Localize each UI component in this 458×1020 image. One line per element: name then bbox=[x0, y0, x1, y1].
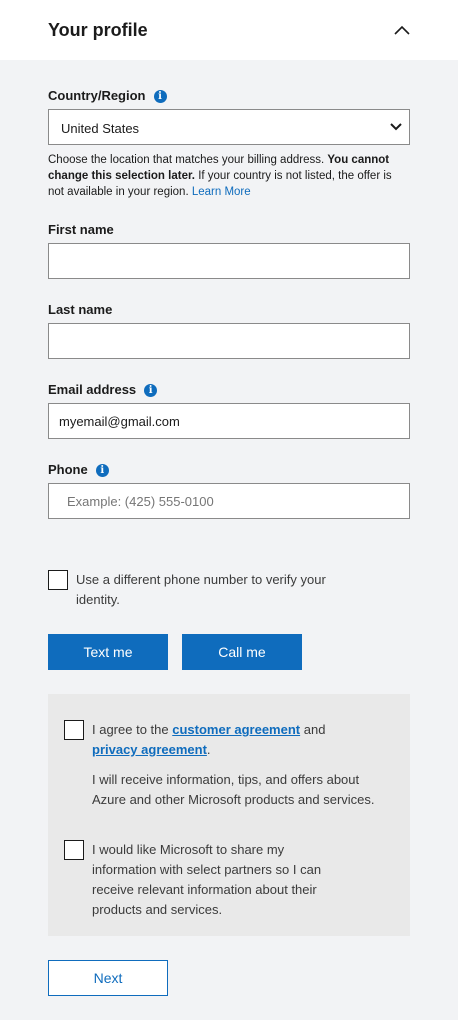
text-me-button[interactable]: Text me bbox=[48, 634, 168, 670]
email-label-row: Email address i bbox=[48, 382, 158, 398]
agreement-label: I agree to the customer agreement and pri… bbox=[92, 720, 392, 760]
profile-header[interactable]: Your profile bbox=[0, 0, 458, 60]
different-phone-line2: identity. bbox=[76, 592, 120, 607]
call-me-button[interactable]: Call me bbox=[182, 634, 302, 670]
section-title: Your profile bbox=[48, 20, 148, 40]
last-name-field[interactable] bbox=[48, 323, 410, 359]
share-info-label: I would like Microsoft to share my infor… bbox=[92, 842, 322, 917]
different-phone-line1: Use a different phone number to verify y… bbox=[76, 572, 326, 587]
info-offers-text: I will receive information, tips, and of… bbox=[92, 772, 375, 807]
country-selected-value: United States bbox=[61, 121, 140, 136]
country-label-row: Country/Region i bbox=[48, 88, 167, 104]
email-field[interactable] bbox=[48, 403, 410, 439]
first-name-field[interactable] bbox=[48, 243, 410, 279]
email-label: Email address bbox=[48, 382, 137, 397]
chevron-up-icon[interactable] bbox=[392, 20, 412, 40]
country-label: Country/Region bbox=[48, 88, 146, 103]
first-name-label: First name bbox=[48, 222, 114, 237]
customer-agreement-link[interactable]: customer agreement bbox=[172, 722, 300, 737]
country-select[interactable]: United States bbox=[48, 109, 410, 145]
info-icon[interactable]: i bbox=[95, 464, 109, 478]
phone-label-row: Phone i bbox=[48, 462, 109, 478]
privacy-agreement-link[interactable]: privacy agreement bbox=[92, 742, 207, 757]
different-phone-checkbox[interactable] bbox=[48, 570, 68, 590]
next-button[interactable]: Next bbox=[48, 960, 168, 996]
agreement-checkbox[interactable] bbox=[64, 720, 84, 740]
info-icon[interactable]: i bbox=[144, 384, 158, 398]
share-info-checkbox[interactable] bbox=[64, 840, 84, 860]
learn-more-link[interactable]: Learn More bbox=[192, 186, 251, 198]
agree-period: . bbox=[206, 742, 211, 757]
info-icon[interactable]: i bbox=[153, 90, 167, 104]
help-prefix: Choose the location that matches your bi… bbox=[48, 154, 328, 166]
country-help-text: Choose the location that matches your bi… bbox=[48, 152, 410, 200]
phone-field[interactable] bbox=[48, 483, 410, 519]
different-phone-label: Use a different phone number to verify y… bbox=[76, 570, 376, 610]
agree-prefix: I agree to the bbox=[92, 722, 173, 737]
last-name-label: Last name bbox=[48, 302, 113, 317]
agree-and: and bbox=[300, 722, 326, 737]
chevron-down-icon bbox=[390, 123, 402, 131]
phone-label: Phone bbox=[48, 462, 88, 477]
